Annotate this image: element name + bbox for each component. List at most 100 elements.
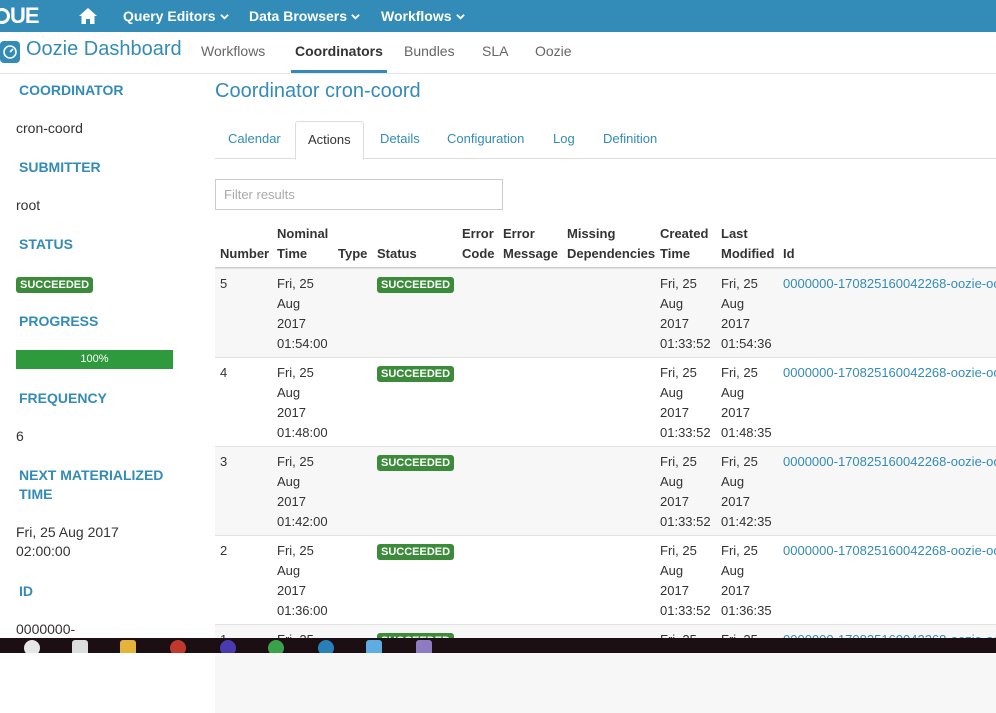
col-missing-deps-2[interactable]: Dependencies [567, 244, 655, 264]
cell-created-time: 01:33:52 [660, 336, 711, 351]
progress-label: PROGRESS [19, 313, 99, 329]
file-icon[interactable] [72, 640, 88, 653]
dashboard-icon [0, 41, 20, 63]
cell-last-modified: 2017 [721, 405, 750, 420]
tab-configuration[interactable]: Configuration [447, 121, 524, 159]
submitter-value: root [16, 197, 41, 213]
col-error-message[interactable]: Error [503, 224, 535, 244]
nav-workflows-label: Workflows [381, 8, 452, 24]
status-badge: SUCCEEDED [377, 366, 455, 382]
col-error-code[interactable]: Error [462, 224, 494, 244]
tab-calendar[interactable]: Calendar [228, 121, 281, 159]
cell-status: SUCCEEDED [377, 541, 455, 561]
home-icon[interactable] [78, 7, 98, 25]
cell-last-modified: Fri, 25 [721, 276, 758, 291]
cell-created-time: Aug [660, 563, 684, 578]
col-error-message-2[interactable]: Message [503, 244, 558, 264]
cell-last-modified: 2017 [721, 494, 750, 509]
table-row[interactable]: 4 Fri, 25 Aug 2017 01:48:00 SUCCEEDED Fri, 25 A… [215, 357, 996, 446]
col-number[interactable]: Number [220, 244, 269, 264]
subtab-sla[interactable]: SLA [482, 32, 508, 73]
cell-nominal-time: 01:42:00 [277, 514, 328, 529]
cell-nominal-time: 2017 [277, 494, 306, 509]
col-last-modified[interactable]: Last [721, 224, 748, 244]
cell-last-modified: 2017 [721, 583, 750, 598]
window-icon[interactable] [366, 640, 382, 653]
folder-icon[interactable] [120, 640, 136, 653]
col-created-2[interactable]: Time [660, 244, 690, 264]
id-label: ID [19, 583, 33, 599]
cell-last-modified: 01:42:35 [721, 514, 772, 529]
cell-nominal-time: Fri, 25 [277, 276, 314, 291]
cell-last-modified: Aug [721, 563, 745, 578]
col-missing-deps[interactable]: Missing [567, 224, 615, 244]
nav-workflows[interactable]: Workflows [381, 0, 465, 32]
cell-id-link[interactable]: 0000000-170825160042268-oozie-oo [783, 452, 996, 472]
tab-definition[interactable]: Definition [603, 121, 657, 159]
cell-number: 5 [220, 276, 228, 291]
tab-log[interactable]: Log [553, 121, 575, 159]
cell-created-time: Aug [660, 474, 684, 489]
col-type[interactable]: Type [338, 244, 367, 264]
coordinator-value: cron-coord [16, 120, 83, 136]
cell-created-time: 01:33:52 [660, 425, 711, 440]
chat-icon[interactable] [268, 640, 284, 653]
cell-id-link[interactable]: 0000000-170825160042268-oozie-oo [783, 363, 996, 383]
chrome-icon[interactable] [170, 640, 186, 653]
table-row[interactable]: 5 Fri, 25 Aug 2017 01:54:00 SUCCEEDED Fri, 25 A… [215, 268, 996, 357]
status-badge: SUCCEEDED [16, 277, 94, 293]
settings-icon[interactable] [416, 640, 432, 653]
subtab-workflows[interactable]: Workflows [201, 32, 265, 73]
cell-status: SUCCEEDED [377, 452, 455, 472]
cell-last-modified: Aug [721, 385, 745, 400]
nav-data-browsers[interactable]: Data Browsers [249, 0, 360, 32]
filter-input[interactable] [215, 179, 503, 210]
subtab-oozie[interactable]: Oozie [535, 32, 572, 73]
cell-id-link[interactable]: 0000000-170825160042268-oozie-oo [783, 541, 996, 561]
cell-nominal-time: Fri, 25 [277, 365, 314, 380]
col-id[interactable]: Id [783, 244, 795, 264]
cell-status: SUCCEEDED [377, 274, 455, 294]
submitter-label: SUBMITTER [19, 159, 101, 175]
frequency-label: FREQUENCY [19, 390, 107, 406]
col-status[interactable]: Status [377, 244, 417, 264]
cell-created-time: Aug [660, 385, 684, 400]
tab-actions[interactable]: Actions [295, 121, 364, 160]
status-label: STATUS [19, 236, 73, 252]
cell-last-modified: Fri, 25 [721, 454, 758, 469]
dashboard-title[interactable]: Oozie Dashboard [26, 38, 182, 61]
cell-nominal-time: 01:54:00 [277, 336, 328, 351]
subtab-bundles[interactable]: Bundles [404, 32, 455, 73]
os-taskbar [0, 638, 996, 653]
app-icon[interactable] [318, 640, 334, 653]
id-value: 0000000- [16, 621, 76, 637]
cell-id-link[interactable]: 0000000-170825160042268-oozie-oo [783, 274, 996, 294]
subtab-coordinators[interactable]: Coordinators [291, 32, 387, 73]
hue-logo[interactable]: UE [0, 4, 48, 28]
cell-last-modified: 2017 [721, 316, 750, 331]
col-created[interactable]: Created [660, 224, 708, 244]
col-error-code-2[interactable]: Code [462, 244, 495, 264]
progress-text: 100% [80, 353, 109, 365]
col-nominal[interactable]: Nominal [277, 224, 328, 244]
cell-nominal-time: Aug [277, 563, 301, 578]
progress-bar: 100% [16, 350, 173, 369]
tab-details[interactable]: Details [380, 121, 420, 159]
cell-nominal-time: 2017 [277, 405, 306, 420]
cell-nominal-time: 01:36:00 [277, 603, 328, 618]
start-icon[interactable] [24, 640, 40, 653]
browser-icon[interactable] [220, 640, 236, 653]
nav-query-editors-label: Query Editors [123, 8, 216, 24]
col-last-modified-2[interactable]: Modified [721, 244, 774, 264]
table-row[interactable]: 2 Fri, 25 Aug 2017 01:36:00 SUCCEEDED Fri, 25 A… [215, 535, 996, 624]
cell-created-time: Fri, 25 [660, 543, 697, 558]
frequency-value: 6 [16, 428, 24, 444]
chevron-down-icon [455, 14, 465, 20]
table-row[interactable]: 3 Fri, 25 Aug 2017 01:42:00 SUCCEEDED Fri, 25 A… [215, 446, 996, 535]
cell-last-modified: Fri, 25 [721, 543, 758, 558]
coordinator-label: COORDINATOR [19, 82, 124, 98]
cell-nominal-time: Fri, 25 [277, 454, 314, 469]
col-nominal-2[interactable]: Time [277, 244, 307, 264]
nav-query-editors[interactable]: Query Editors [123, 0, 229, 32]
page-title: Coordinator cron-coord [215, 80, 421, 102]
